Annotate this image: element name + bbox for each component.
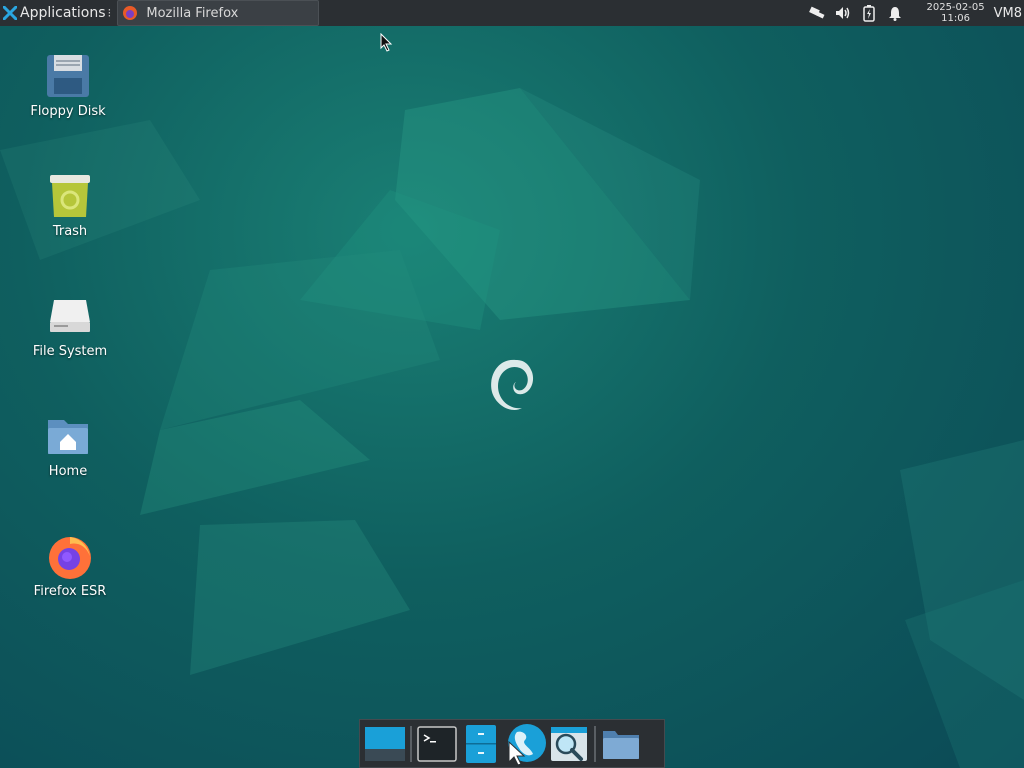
volume-icon[interactable] — [834, 4, 852, 22]
network-icon[interactable] — [808, 4, 826, 22]
debian-logo-icon — [491, 359, 534, 411]
file-manager-icon — [466, 724, 496, 763]
app-finder-search-icon — [551, 726, 587, 761]
user-label[interactable]: VM8 — [994, 6, 1022, 21]
desktop-icon-floppy-disk[interactable]: Floppy Disk — [18, 52, 118, 119]
mouse-pointer-icon — [380, 33, 393, 52]
dock-file-manager-button[interactable] — [459, 722, 503, 766]
firefox-small-icon — [123, 6, 138, 20]
dock-separator — [410, 725, 412, 762]
desktop-icon-label: Home — [48, 464, 88, 479]
dock-separator — [594, 725, 596, 762]
desktop-icon-file-system[interactable]: File System — [20, 292, 120, 359]
desktop-icon-label: Firefox ESR — [33, 584, 107, 599]
desktop-icon-label: File System — [32, 344, 108, 359]
desktop-icon-trash[interactable]: Trash — [20, 172, 120, 239]
home-folder-icon — [48, 420, 88, 454]
dock-app-finder-button[interactable] — [547, 722, 591, 766]
terminal-icon — [417, 725, 457, 762]
desktop-icon-firefox-esr[interactable]: Firefox ESR — [20, 532, 120, 599]
clock-date: 2025-02-05 — [926, 2, 985, 13]
folder-icon — [603, 730, 639, 759]
trash-icon — [50, 175, 90, 217]
taskbar-window-firefox[interactable]: Mozilla Firefox — [117, 0, 320, 26]
applications-menu-button[interactable]: Applications ⁝ — [0, 0, 115, 26]
dock-show-desktop-button[interactable] — [363, 722, 407, 766]
desktop-icon-label: Floppy Disk — [30, 104, 106, 119]
floppy-disk-icon — [47, 55, 89, 97]
clock[interactable]: 2025-02-05 11:06 — [926, 2, 984, 24]
notification-bell-icon[interactable] — [886, 4, 904, 22]
dock-folder-button[interactable] — [599, 722, 643, 766]
system-tray: 2025-02-05 11:06 VM8 — [808, 0, 1024, 26]
xfce-logo-icon — [3, 6, 17, 20]
desktop-icon-home[interactable]: Home — [18, 412, 118, 479]
battery-icon[interactable] — [860, 4, 878, 22]
bottom-dock — [359, 719, 665, 768]
clock-time: 11:06 — [941, 13, 970, 24]
show-desktop-icon — [365, 726, 405, 761]
web-browser-globe-icon — [508, 723, 546, 766]
file-system-icon — [50, 300, 90, 332]
top-panel: Applications ⁝ Mozilla Firefox 2025-02-0… — [0, 0, 1024, 26]
desktop-icon-label: Trash — [52, 224, 88, 239]
firefox-esr-icon — [49, 537, 91, 579]
active-window-title: Mozilla Firefox — [146, 5, 239, 21]
applications-label: Applications — [20, 5, 106, 21]
panel-separator: ⁝ — [107, 6, 112, 20]
dock-web-browser-button[interactable] — [503, 722, 547, 766]
dock-terminal-button[interactable] — [415, 722, 459, 766]
